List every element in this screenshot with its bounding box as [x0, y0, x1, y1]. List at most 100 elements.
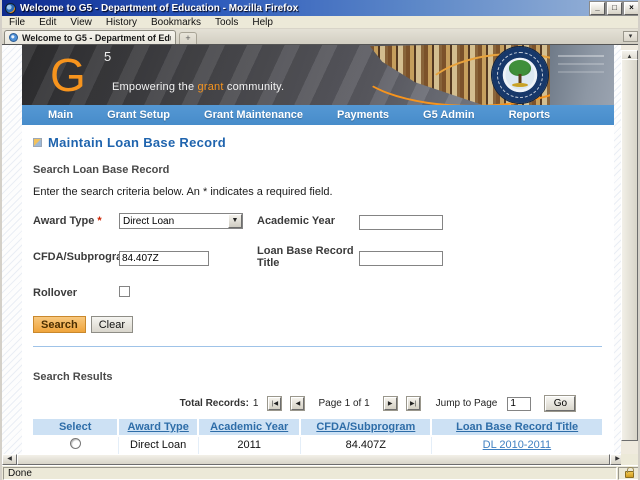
loan-base-record-title-input[interactable] [359, 251, 443, 266]
tagline-pre: Empowering the [112, 81, 198, 93]
pagination-top: Total Records: 1 |◀ ◀ Page 1 of 1 ▶ ▶| J… [33, 395, 602, 412]
menu-bookmarks[interactable]: Bookmarks [144, 17, 208, 28]
dropdown-arrow-icon[interactable]: ▼ [228, 214, 242, 228]
education-department-seal [492, 47, 548, 103]
header-academic-year[interactable]: Academic Year [198, 419, 302, 437]
record-bullet-icon [33, 138, 42, 147]
nav-grant-setup[interactable]: Grant Setup [107, 109, 170, 121]
academic-year-input[interactable] [359, 215, 443, 230]
menu-file[interactable]: File [2, 17, 32, 28]
total-records-label: Total Records: [179, 398, 249, 409]
g5-banner: G 5 Empowering the grant community. [22, 45, 614, 105]
scroll-left-icon[interactable]: ◀ [2, 454, 17, 465]
search-form: Award Type * Direct Loan ▼ Academic Year… [33, 212, 602, 302]
tab-bar: Welcome to G5 - Department of Edu... + ▾ [2, 29, 638, 44]
cfda-label: CFDA/Subprogram [33, 251, 132, 263]
menu-view[interactable]: View [63, 17, 99, 28]
seal-base [512, 83, 528, 87]
g5-favicon-icon [9, 33, 18, 42]
results-heading: Search Results [33, 371, 113, 383]
restore-button[interactable]: □ [606, 0, 623, 16]
window-title: Welcome to G5 - Department of Education … [20, 2, 299, 14]
page-indicator: Page 1 of 1 [318, 398, 370, 409]
security-cell [618, 466, 638, 480]
cfda-input[interactable] [119, 251, 209, 266]
search-section-heading: Search Loan Base Record [33, 164, 170, 176]
horizontal-scroll-thumb[interactable] [17, 454, 610, 465]
menu-bar: File Edit View History Bookmarks Tools H… [2, 16, 638, 29]
loan-base-record-title-label: Loan Base Record Title [257, 245, 354, 269]
seal-tree-trunk [518, 74, 522, 83]
g5-logo: G [50, 49, 86, 101]
nav-grant-maintenance[interactable]: Grant Maintenance [204, 109, 303, 121]
menu-tools[interactable]: Tools [208, 17, 245, 28]
total-records-value: 1 [252, 398, 259, 409]
rollover-label: Rollover [33, 287, 78, 299]
required-marker: * [97, 215, 102, 227]
vertical-scrollbar[interactable]: ▲ ▼ [621, 44, 638, 454]
tab-active[interactable]: Welcome to G5 - Department of Edu... [4, 30, 176, 44]
page-viewport: G 5 Empowering the grant community. Main… [2, 44, 625, 454]
main-nav: Main Grant Setup Grant Maintenance Payme… [22, 105, 614, 125]
status-text: Done [3, 466, 617, 480]
list-tabs-button[interactable]: ▾ [623, 31, 638, 42]
tagline-highlight: grant [197, 81, 224, 93]
menu-help[interactable]: Help [245, 17, 280, 28]
cell-academic-year: 2011 [198, 436, 301, 454]
rollover-checkbox[interactable] [119, 286, 130, 297]
menu-history[interactable]: History [99, 17, 144, 28]
loan-base-record-link[interactable]: DL 2010-2011 [483, 439, 552, 451]
status-bar: Done [2, 465, 638, 480]
nav-payments[interactable]: Payments [337, 109, 389, 121]
header-loan-base-record-title[interactable]: Loan Base Record Title [431, 419, 602, 437]
nav-main[interactable]: Main [48, 109, 73, 121]
jump-to-page-input[interactable] [507, 396, 532, 411]
award-type-label: Award Type * [33, 215, 119, 227]
horizontal-scrollbar[interactable]: ◀ ▶ [2, 454, 625, 465]
row-select-radio[interactable] [69, 438, 81, 450]
nav-g5-admin[interactable]: G5 Admin [423, 109, 475, 121]
previous-page-button[interactable]: ◀ [290, 396, 306, 411]
search-button[interactable]: Search [33, 316, 86, 333]
vertical-scroll-thumb[interactable] [621, 59, 638, 441]
new-tab-button[interactable]: + [179, 32, 197, 44]
scrollbar-corner [621, 454, 638, 465]
header-cfda[interactable]: CFDA/Subprogram [300, 419, 433, 437]
results-table-header-row: Select Award Type Academic Year CFDA/Sub… [33, 419, 602, 437]
tagline-post: community. [223, 81, 285, 93]
tab-title: Welcome to G5 - Department of Edu... [22, 32, 171, 43]
next-page-button[interactable]: ▶ [382, 396, 398, 411]
nav-reports[interactable]: Reports [509, 109, 551, 121]
results-table: Select Award Type Academic Year CFDA/Sub… [33, 419, 602, 454]
chalkboard-image [550, 45, 614, 105]
first-page-button[interactable]: |◀ [267, 396, 283, 411]
search-instructions: Enter the search criteria below. An * in… [33, 186, 333, 198]
page-content: G 5 Empowering the grant community. Main… [22, 45, 614, 454]
page-title: Maintain Loan Base Record [48, 135, 226, 150]
menu-edit[interactable]: Edit [32, 17, 63, 28]
minimize-button[interactable]: _ [589, 0, 606, 16]
search-button-row: Search Clear [33, 316, 602, 333]
award-type-label-text: Award Type [33, 215, 95, 227]
section-divider [33, 346, 602, 347]
header-select: Select [33, 419, 120, 437]
last-page-button[interactable]: ▶| [405, 396, 421, 411]
lock-icon [624, 467, 634, 478]
window-titlebar[interactable]: Welcome to G5 - Department of Education … [2, 0, 638, 16]
firefox-icon [5, 2, 16, 14]
banner-tagline: Empowering the grant community. [112, 81, 284, 93]
cell-cfda: 84.407Z [300, 436, 432, 454]
header-award-type[interactable]: Award Type [118, 419, 199, 437]
award-type-select[interactable]: Direct Loan ▼ [119, 213, 243, 229]
window-controls: _ □ × [589, 0, 638, 16]
go-button[interactable]: Go [544, 395, 577, 412]
clear-button[interactable]: Clear [90, 316, 133, 333]
g5-logo-five: 5 [104, 49, 112, 64]
cell-award-type: Direct Loan [118, 436, 199, 454]
award-type-value: Direct Loan [123, 215, 175, 227]
close-button[interactable]: × [623, 0, 638, 16]
page-body: Maintain Loan Base Record Search Loan Ba… [22, 125, 614, 454]
academic-year-label: Academic Year [257, 215, 336, 227]
page-title-row: Maintain Loan Base Record [33, 135, 602, 150]
browser-window: Welcome to G5 - Department of Education … [0, 0, 640, 480]
